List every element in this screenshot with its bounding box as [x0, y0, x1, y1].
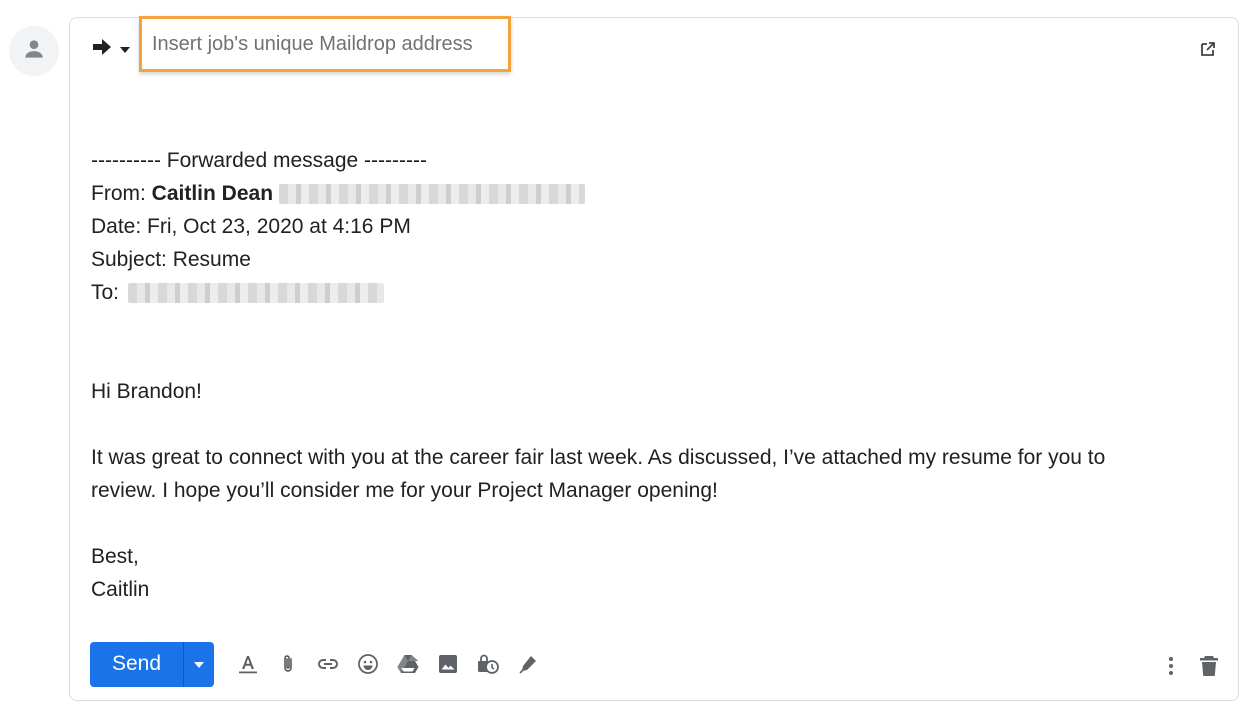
- forward-header: ---------- Forwarded message ---------: [91, 149, 427, 172]
- recipient-input[interactable]: [152, 32, 502, 56]
- link-icon[interactable]: [308, 644, 348, 684]
- body-line-1: It was great to connect with you at the …: [91, 446, 1106, 469]
- from-line: From: Caitlin Dean: [91, 177, 1211, 210]
- send-button[interactable]: Send: [90, 641, 183, 687]
- signature-icon[interactable]: [508, 644, 548, 684]
- photo-icon[interactable]: [428, 644, 468, 684]
- compose-toolbar: Send: [90, 641, 548, 687]
- drive-icon[interactable]: [388, 644, 428, 684]
- format-text-icon[interactable]: [228, 644, 268, 684]
- more-vert-icon[interactable]: [1156, 646, 1186, 686]
- person-icon: [21, 36, 47, 67]
- trash-icon[interactable]: [1192, 646, 1226, 686]
- greeting: Hi Brandon!: [91, 380, 202, 403]
- subject-line: Subject: Resume: [91, 248, 251, 271]
- redacted-recipient: [127, 283, 384, 304]
- confidential-icon[interactable]: [468, 644, 508, 684]
- from-label: From:: [91, 182, 152, 205]
- attach-icon[interactable]: [268, 644, 308, 684]
- popout-icon[interactable]: [1198, 39, 1218, 59]
- forward-arrow-icon: [92, 38, 112, 61]
- send-options-button[interactable]: [183, 641, 214, 687]
- emoji-icon[interactable]: [348, 644, 388, 684]
- right-toolbar: [1156, 646, 1226, 686]
- signoff: Best,: [91, 545, 139, 568]
- recipient-field-highlight: [139, 16, 511, 72]
- formatting-tools: [228, 644, 548, 684]
- dropdown-caret-icon: [120, 40, 130, 58]
- compose-card: ---------- Forwarded message --------- F…: [69, 16, 1239, 701]
- dropdown-caret-icon: [194, 655, 204, 673]
- message-body[interactable]: ---------- Forwarded message --------- F…: [91, 144, 1211, 606]
- send-group: Send: [90, 641, 214, 687]
- signature: Caitlin: [91, 578, 150, 601]
- body-line-2: review. I hope you’ll consider me for yo…: [91, 479, 718, 502]
- sender-avatar: [9, 26, 59, 76]
- to-line: To:: [91, 276, 1211, 309]
- to-label: To:: [91, 281, 125, 304]
- from-name: Caitlin Dean: [151, 182, 274, 205]
- redacted-email: [279, 184, 586, 205]
- reply-type-selector[interactable]: [92, 37, 130, 61]
- date-line: Date: Fri, Oct 23, 2020 at 4:16 PM: [91, 215, 411, 238]
